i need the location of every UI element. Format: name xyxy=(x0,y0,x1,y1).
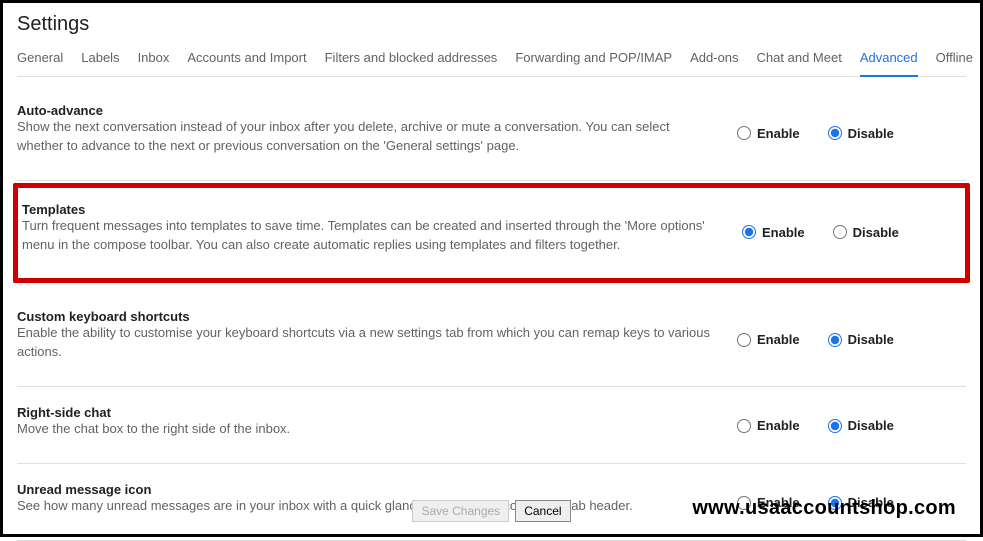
enable-radio[interactable] xyxy=(737,333,751,347)
setting-desc: Show the next conversation instead of yo… xyxy=(17,119,670,153)
setting-row-templates: TemplatesTurn frequent messages into tem… xyxy=(13,183,970,284)
disable-label: Disable xyxy=(853,225,899,240)
enable-radio[interactable] xyxy=(742,225,756,239)
setting-title: Templates xyxy=(22,202,85,217)
disable-radio[interactable] xyxy=(828,333,842,347)
tab-general[interactable]: General xyxy=(17,46,63,76)
setting-title: Custom keyboard shortcuts xyxy=(17,309,190,324)
setting-row-right-side-chat: Right-side chatMove the chat box to the … xyxy=(17,387,966,464)
radio-group: Enable Disable xyxy=(737,309,937,362)
disable-radio[interactable] xyxy=(833,225,847,239)
disable-radio[interactable] xyxy=(828,419,842,433)
disable-label: Disable xyxy=(848,332,894,347)
setting-row-auto-advance: Auto-advanceShow the next conversation i… xyxy=(17,85,966,181)
disable-radio[interactable] xyxy=(828,126,842,140)
enable-label: Enable xyxy=(757,332,800,347)
tab-inbox[interactable]: Inbox xyxy=(138,46,170,76)
settings-body: Auto-advanceShow the next conversation i… xyxy=(17,85,966,541)
setting-text: Right-side chatMove the chat box to the … xyxy=(17,405,737,439)
enable-radio[interactable] xyxy=(737,419,751,433)
tab-chat-and-meet[interactable]: Chat and Meet xyxy=(757,46,842,76)
page-title: Settings xyxy=(17,11,966,46)
tab-forwarding-and-pop-imap[interactable]: Forwarding and POP/IMAP xyxy=(515,46,672,76)
enable-option[interactable]: Enable xyxy=(742,225,805,240)
enable-label: Enable xyxy=(757,126,800,141)
radio-group: Enable Disable xyxy=(737,405,937,439)
enable-label: Enable xyxy=(762,225,805,240)
tab-labels[interactable]: Labels xyxy=(81,46,119,76)
radio-group: Enable Disable xyxy=(737,103,937,156)
tab-filters-and-blocked-addresses[interactable]: Filters and blocked addresses xyxy=(325,46,498,76)
disable-option[interactable]: Disable xyxy=(828,332,894,347)
tabs-bar: General Labels Inbox Accounts and Import Fil… xyxy=(17,46,966,77)
tab-advanced[interactable]: Advanced xyxy=(860,46,918,77)
enable-option[interactable]: Enable xyxy=(737,332,800,347)
disable-label: Disable xyxy=(848,418,894,433)
enable-radio[interactable] xyxy=(737,126,751,140)
disable-label: Disable xyxy=(848,126,894,141)
enable-option[interactable]: Enable xyxy=(737,418,800,433)
tab-add-ons[interactable]: Add-ons xyxy=(690,46,738,76)
setting-desc: Enable the ability to customise your key… xyxy=(17,325,710,359)
setting-desc: Move the chat box to the right side of t… xyxy=(17,421,290,436)
setting-row-custom-keyboard-shortcuts: Custom keyboard shortcutsEnable the abil… xyxy=(17,291,966,387)
setting-text: Custom keyboard shortcutsEnable the abil… xyxy=(17,309,737,362)
cancel-button[interactable]: Cancel xyxy=(515,500,570,522)
enable-option[interactable]: Enable xyxy=(737,126,800,141)
tab-accounts-and-import[interactable]: Accounts and Import xyxy=(187,46,306,76)
radio-group: Enable Disable xyxy=(742,202,942,255)
tab-offline[interactable]: Offline xyxy=(936,46,973,76)
enable-label: Enable xyxy=(757,418,800,433)
setting-text: TemplatesTurn frequent messages into tem… xyxy=(22,202,742,255)
setting-title: Unread message icon xyxy=(17,482,151,497)
save-button[interactable]: Save Changes xyxy=(412,500,509,522)
disable-option[interactable]: Disable xyxy=(828,126,894,141)
setting-title: Auto-advance xyxy=(17,103,103,118)
watermark: www.usaaccountshop.com xyxy=(692,497,956,520)
setting-text: Auto-advanceShow the next conversation i… xyxy=(17,103,737,156)
setting-desc: Turn frequent messages into templates to… xyxy=(22,218,705,252)
setting-title: Right-side chat xyxy=(17,405,111,420)
disable-option[interactable]: Disable xyxy=(828,418,894,433)
disable-option[interactable]: Disable xyxy=(833,225,899,240)
